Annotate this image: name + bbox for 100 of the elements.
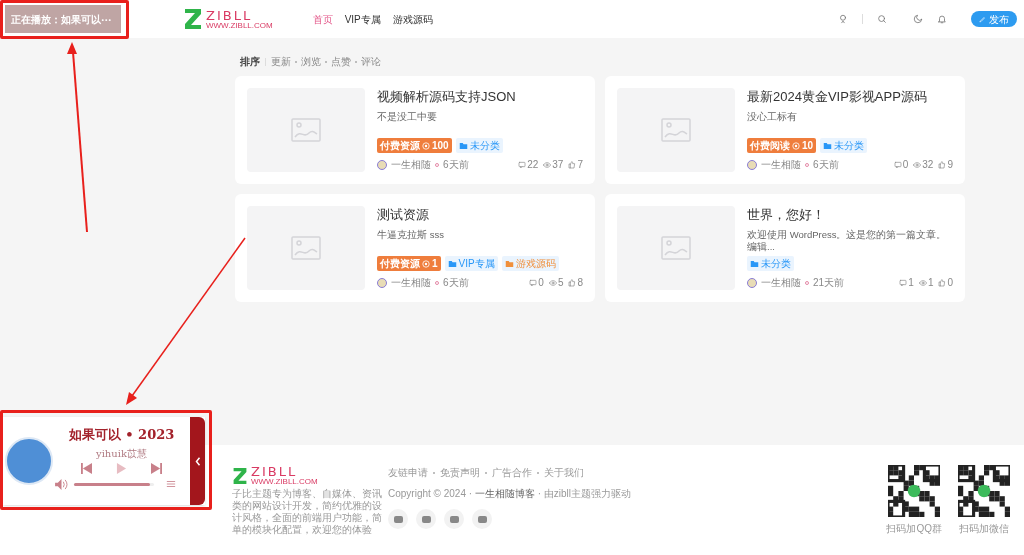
category-tag[interactable]: 未分类 (747, 256, 794, 271)
sort-option[interactable]: 浏览 (301, 54, 321, 69)
points-value: 100 (432, 139, 449, 153)
nav-link[interactable]: 游戏源码 (392, 11, 433, 27)
view-count: 1 (927, 276, 934, 290)
author-name[interactable]: 一生相随 (761, 275, 801, 290)
now-playing-banner[interactable]: 正在播放：如果可以··· (5, 5, 121, 33)
paid-label: 付费阅读 (750, 139, 790, 153)
search-icon[interactable] (877, 14, 887, 24)
moon-icon[interactable] (913, 14, 923, 24)
thumbs-up-icon (938, 160, 947, 169)
qr-caption: 扫码加微信 (959, 522, 1009, 536)
logo-subtext: WWW.ZIBLL.COM (251, 478, 318, 486)
avatar-icon (747, 159, 757, 170)
comment-count: 0 (902, 158, 909, 172)
logo-subtext: WWW.ZIBLL.COM (206, 21, 273, 30)
like-count: 9 (947, 158, 953, 172)
image-icon (661, 118, 691, 142)
play-icon[interactable] (116, 462, 127, 474)
post-excerpt: 没心工标有 (747, 111, 798, 123)
paid-label: 付费资源 (380, 139, 420, 153)
logo-text: ZIBLL (206, 8, 254, 22)
image-icon (291, 118, 321, 142)
site-link[interactable]: 一生相随博客 (474, 488, 535, 499)
category-tag[interactable]: 未分类 (820, 138, 868, 153)
nav-link[interactable]: 首页 (312, 11, 333, 27)
comment-icon (899, 278, 908, 287)
post-excerpt: 牛逼克拉斯 sss (377, 229, 445, 241)
coin-icon (422, 259, 430, 268)
avatar-icon (747, 277, 757, 288)
user-icon[interactable] (838, 14, 848, 24)
avatar-icon (377, 277, 387, 288)
logo-icon (183, 8, 203, 30)
paid-label: 付费资源 (380, 257, 420, 271)
points-value: 10 (802, 139, 814, 153)
post-time: 6天前 (443, 158, 469, 172)
list-icon[interactable] (166, 479, 176, 489)
qr-code-icon (958, 465, 1010, 517)
category-tag[interactable]: 未分类 (455, 138, 503, 153)
post-card[interactable]: 测试资源 牛逼克拉斯 sss 付费资源 1 VIP专属 游戏源码 一生相随 6天前 0 5 8 (235, 194, 595, 302)
points-value: 1 (432, 257, 438, 271)
footer-link[interactable]: 关于我们 (544, 465, 584, 480)
artist-name: yihuik苡慧 (96, 446, 147, 461)
thumbs-up-icon (568, 160, 577, 169)
comment-icon (518, 160, 527, 169)
comment-count: 22 (527, 158, 539, 172)
eye-icon (543, 160, 552, 169)
author-name[interactable]: 一生相随 (761, 157, 801, 172)
view-count: 37 (552, 158, 564, 172)
coin-icon (422, 141, 430, 150)
thumbs-up-icon (938, 278, 947, 287)
song-title: 如果可以 • 2023 (68, 426, 175, 444)
like-count: 0 (947, 276, 953, 290)
copyright-text: Copyright © 2024 · 一生相随博客 · 由zibll主题强力驱动 (388, 487, 631, 501)
category-tag[interactable]: 游戏源码 (501, 256, 559, 271)
post-excerpt: 不是没工中要 (377, 111, 438, 123)
thumbs-up-icon (568, 278, 577, 287)
eye-icon (548, 278, 557, 287)
comment-count: 0 (538, 276, 544, 290)
view-count: 32 (922, 158, 934, 172)
comment-icon (893, 160, 902, 169)
collapse-tab[interactable] (190, 417, 205, 505)
post-card[interactable]: 世界，您好！ 欢迎使用 WordPress。这是您的第一篇文章。编辑... 未分类 一生相随 21天前 1 1 0 (605, 194, 965, 302)
image-icon (661, 236, 691, 260)
post-title[interactable]: 视频解析源码支持JSON (377, 89, 583, 105)
previous-icon[interactable] (81, 462, 92, 474)
next-icon[interactable] (151, 462, 162, 474)
footer-description: 子比主题专为博客、自媒体、资讯类的网站设计开发，简约优雅的设计风格，全面的前端用户功能，简单的模块化配置，欢迎您的体验 (232, 488, 382, 536)
like-count: 8 (577, 276, 583, 290)
post-time: 6天前 (813, 158, 839, 172)
bell-icon[interactable] (937, 14, 947, 24)
post-title[interactable]: 世界，您好！ (747, 207, 953, 223)
qr-code-icon (888, 465, 941, 517)
footer-link[interactable]: 广告合作 (492, 465, 532, 480)
post-time: 6天前 (443, 276, 469, 290)
chevron-left-icon (194, 456, 201, 466)
footer-link[interactable]: 免责声明 (440, 465, 480, 480)
sort-option[interactable]: 更新 (271, 54, 291, 69)
post-card[interactable]: 视频解析源码支持JSON 不是没工中要 付费资源 100 未分类 一生相随 6天前 22 37 7 (235, 76, 595, 184)
post-time: 21天前 (813, 276, 845, 290)
view-count: 5 (557, 276, 564, 290)
nav-link[interactable]: VIP专属 (344, 11, 381, 27)
sort-option[interactable]: 评论 (361, 54, 381, 69)
author-name[interactable]: 一生相随 (391, 275, 431, 290)
coin-icon (792, 141, 800, 150)
post-excerpt: 欢迎使用 WordPress。这是您的第一篇文章。编辑... (747, 229, 948, 253)
post-title[interactable]: 最新2024黄金VIP影视APP源码 (747, 89, 953, 105)
image-icon (291, 236, 321, 260)
post-card[interactable]: 最新2024黄金VIP影视APP源码 没心工标有 付费阅读 10 未分类 一生相随 6天前 0 32 9 (605, 76, 965, 184)
album-cover (5, 437, 53, 485)
logo-text: ZIBLL (251, 465, 299, 478)
logo-icon (232, 466, 248, 485)
publish-button[interactable]: 发布 (971, 11, 1017, 27)
sort-option[interactable]: 点赞 (331, 54, 351, 69)
author-name[interactable]: 一生相随 (391, 157, 431, 172)
footer-link[interactable]: 友链申请 (388, 465, 428, 480)
volume-icon[interactable] (55, 478, 68, 490)
post-title[interactable]: 测试资源 (377, 207, 583, 223)
qr-caption: 扫码加QQ群 (886, 522, 942, 536)
category-tag[interactable]: VIP专属 (444, 256, 498, 271)
